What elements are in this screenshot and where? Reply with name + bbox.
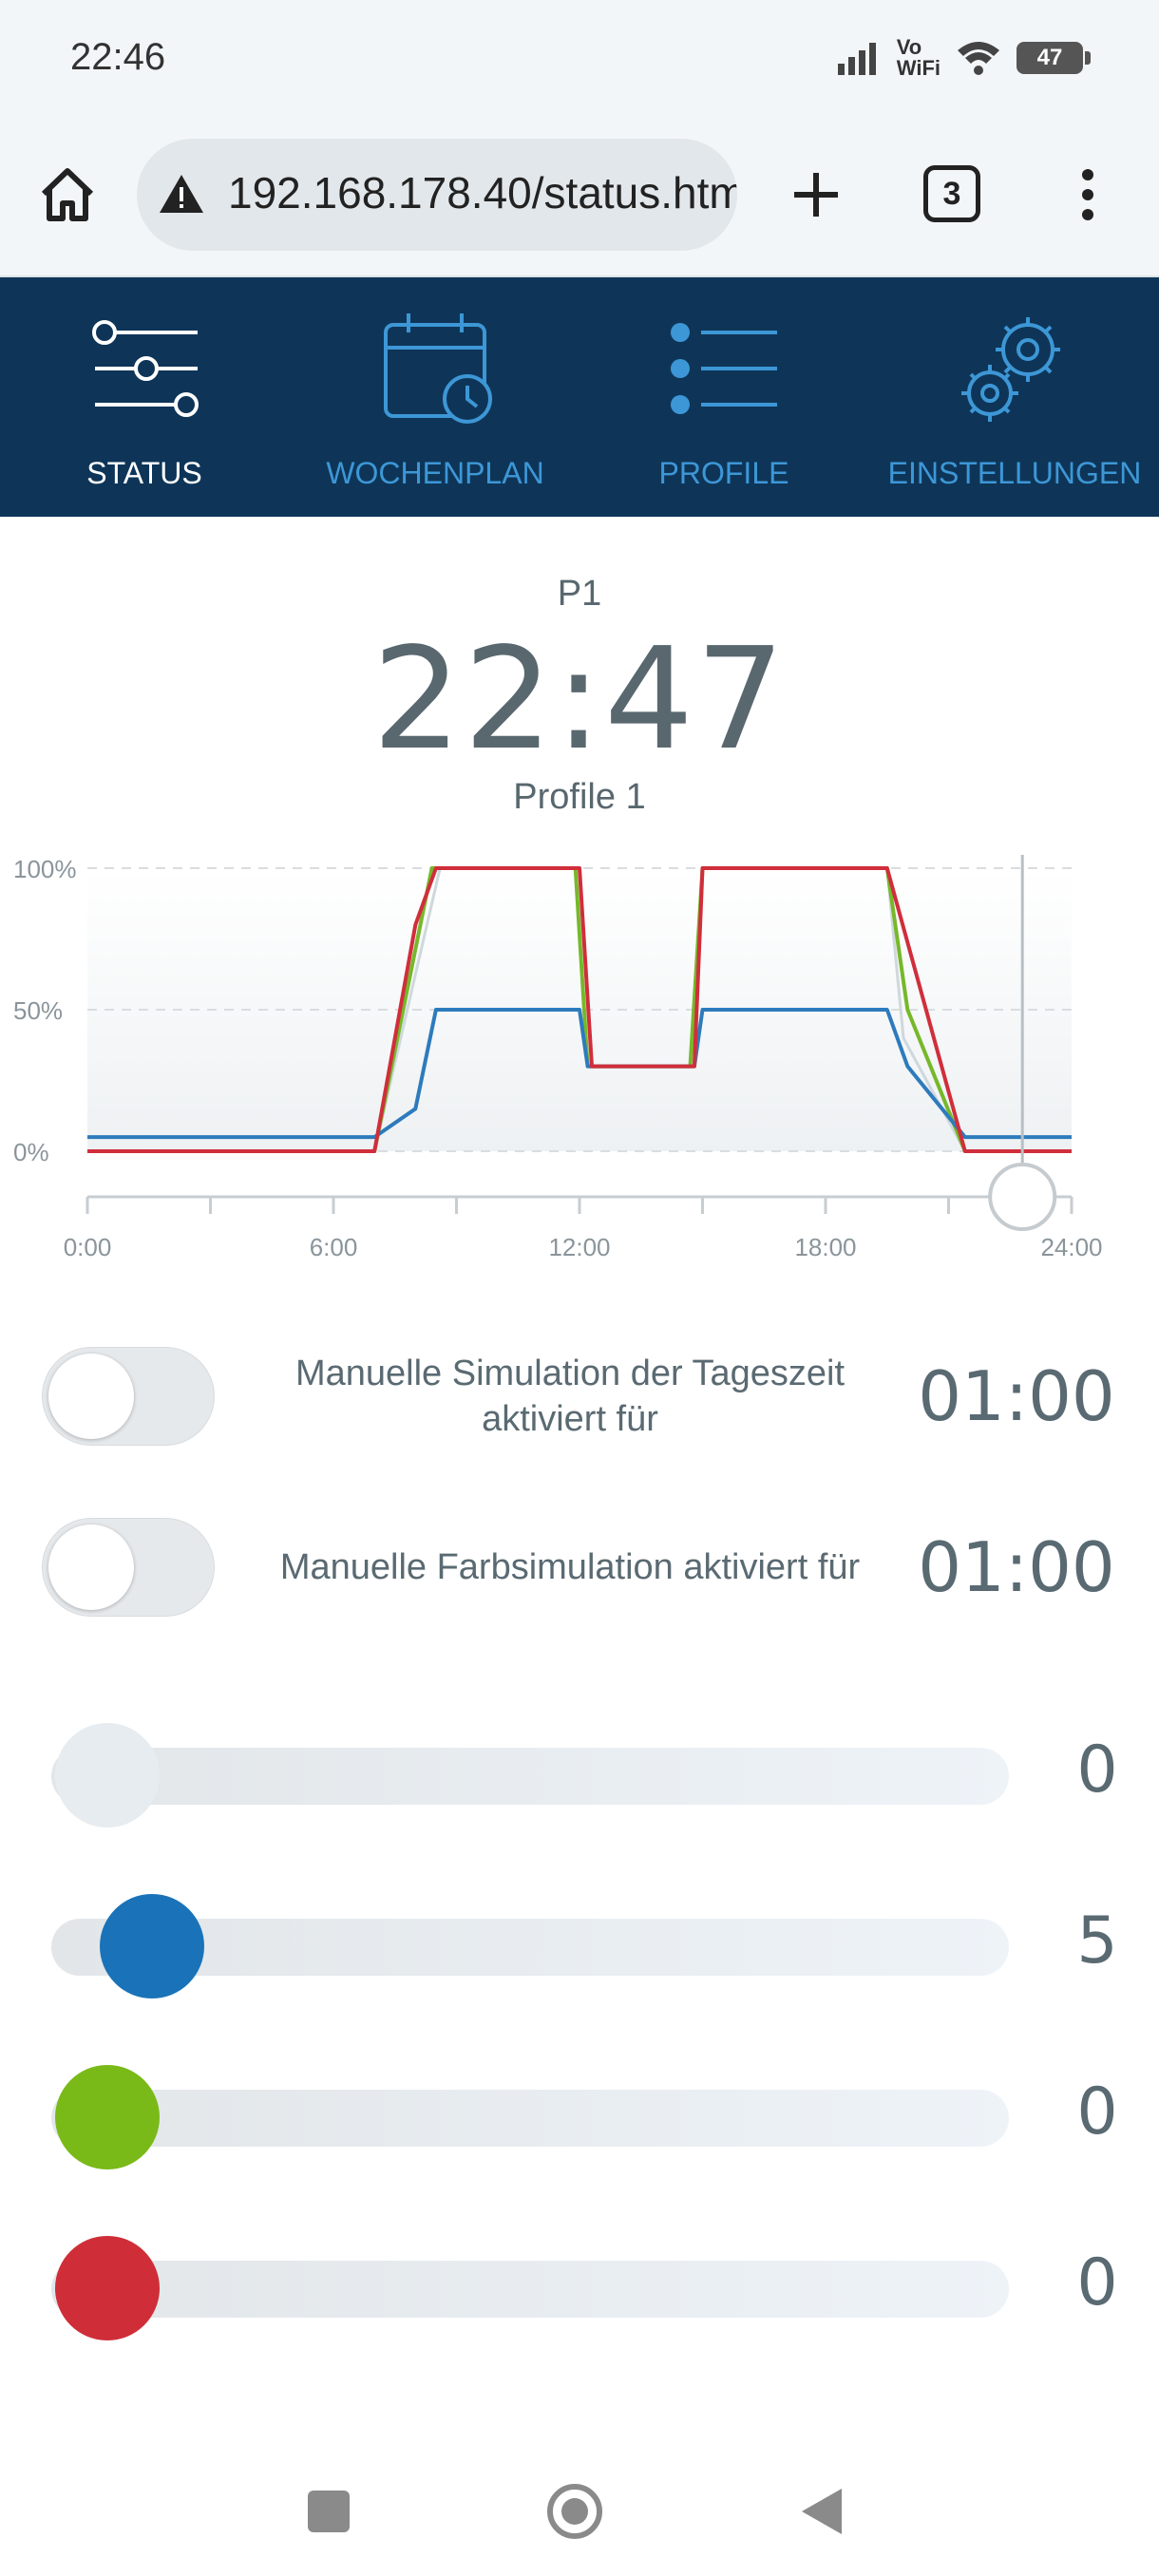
slider-value: 0 xyxy=(1076,2245,1118,2320)
y-tick-label: 50% xyxy=(13,996,63,1025)
home-icon[interactable] xyxy=(34,161,101,228)
slider-thumb[interactable] xyxy=(55,1723,160,1828)
time-sim-toggle[interactable] xyxy=(42,1347,215,1446)
browser-toolbar: 192.168.178.40/status.html 3 xyxy=(0,114,1159,277)
home-icon[interactable] xyxy=(547,2484,602,2539)
toggle-knob xyxy=(48,1354,134,1439)
time-cursor-handle[interactable] xyxy=(988,1163,1057,1231)
status-time: 22:46 xyxy=(70,36,166,78)
warning-icon[interactable] xyxy=(158,171,205,218)
time-sim-value: 01:00 xyxy=(918,1356,1115,1436)
signal-icon xyxy=(837,43,876,75)
y-tick-label: 0% xyxy=(13,1138,49,1166)
x-tick-label: 6:00 xyxy=(310,1233,358,1261)
slider-white: 0 xyxy=(0,1717,1159,1831)
x-tick-label: 18:00 xyxy=(794,1233,856,1261)
vowifi-bottom: WiFi xyxy=(896,56,940,80)
slider-blue: 5 xyxy=(0,1888,1159,2002)
profile-code: P1 xyxy=(557,574,602,614)
battery-icon: 47 xyxy=(1016,42,1091,74)
tab-status[interactable]: STATUS xyxy=(2,277,287,517)
more-vert-icon[interactable] xyxy=(1074,161,1102,228)
app-nav: STATUS WOCHENPLAN PROFILE EINSTELLUNGEN xyxy=(0,277,1159,517)
vowifi-icon: Vo WiFi xyxy=(897,37,940,79)
slider-value: 5 xyxy=(1076,1904,1118,1979)
tab-profile[interactable]: PROFILE xyxy=(581,277,866,517)
recent-apps-icon[interactable] xyxy=(308,2491,350,2532)
wifi-icon xyxy=(958,42,999,75)
x-tick-label: 12:00 xyxy=(548,1233,610,1261)
plus-icon[interactable] xyxy=(783,161,849,228)
profile-name: Profile 1 xyxy=(513,777,646,817)
day-curve-chart: 100% 50% 0% 0:00 6:00 12:00 18:00 24:00 xyxy=(13,855,1103,1261)
tab-einstellungen[interactable]: EINSTELLUNGEN xyxy=(872,277,1157,517)
status-icons: Vo WiFi 47 xyxy=(836,34,1091,82)
x-tick-label: 0:00 xyxy=(64,1233,112,1261)
x-tick-label: 24:00 xyxy=(1040,1233,1102,1261)
tab-wochenplan[interactable]: WOCHENPLAN xyxy=(293,277,578,517)
slider-thumb[interactable] xyxy=(55,2236,160,2340)
vowifi-top: Vo xyxy=(896,35,922,59)
slider-thumb[interactable] xyxy=(55,2065,160,2169)
calendar-clock-icon xyxy=(384,313,492,424)
tabs-button[interactable]: 3 xyxy=(923,165,980,222)
slider-green: 0 xyxy=(0,2059,1159,2173)
sliders-icon xyxy=(92,320,199,417)
slider-red: 0 xyxy=(0,2230,1159,2344)
status-bar: 22:46 Vo WiFi 47 xyxy=(0,0,1159,114)
slider-track[interactable] xyxy=(51,2090,1009,2147)
slider-thumb[interactable] xyxy=(100,1894,205,1998)
tab-einstellungen-label: EINSTELLUNGEN xyxy=(887,456,1142,490)
color-sim-toggle[interactable] xyxy=(42,1518,215,1617)
slider-value: 0 xyxy=(1076,1733,1118,1808)
color-sim-label: Manuelle Farbsimulation aktiviert für xyxy=(279,1547,861,1587)
back-icon[interactable] xyxy=(802,2489,842,2534)
tab-profile-label: PROFILE xyxy=(658,456,789,490)
slider-value: 0 xyxy=(1076,2074,1118,2150)
time-sim-row: Manuelle Simulation der Tageszeit aktivi… xyxy=(0,1347,1159,1446)
url-text[interactable]: 192.168.178.40/status.html xyxy=(228,167,737,218)
system-nav-bar xyxy=(308,2484,842,2539)
tab-wochenplan-label: WOCHENPLAN xyxy=(326,456,544,490)
slider-track[interactable] xyxy=(51,2261,1009,2318)
tab-status-label: STATUS xyxy=(86,456,202,490)
color-sim-row: Manuelle Farbsimulation aktiviert für 01… xyxy=(0,1518,1159,1617)
address-bar[interactable]: 192.168.178.40/status.html xyxy=(137,139,737,251)
current-time: 22:47 xyxy=(371,617,788,781)
list-icon xyxy=(671,323,777,414)
time-sim-label: Manuelle Simulation der Tageszeit aktivi… xyxy=(294,1354,846,1439)
color-sim-value: 01:00 xyxy=(918,1527,1115,1607)
slider-track[interactable] xyxy=(51,1748,1009,1805)
y-tick-label: 100% xyxy=(13,855,77,883)
toggle-knob xyxy=(48,1525,134,1610)
gears-icon xyxy=(961,317,1060,422)
